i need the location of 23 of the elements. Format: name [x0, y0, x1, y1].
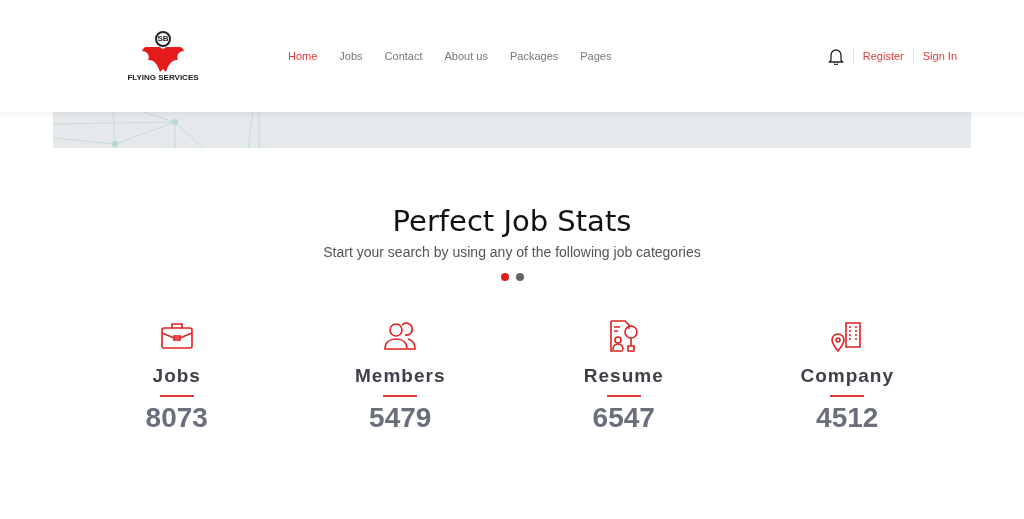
section-subtitle: Start your search by using any of the following job categories: [323, 243, 701, 262]
users-icon: [383, 319, 418, 353]
stat-label: Resume: [583, 364, 664, 388]
stat-value: 6547: [592, 400, 655, 435]
nav-link[interactable]: Pages: [580, 47, 612, 65]
nav-link[interactable]: Home: [288, 47, 318, 65]
logo[interactable]: SB FLYING SERVICES: [124, 26, 202, 86]
stat-value: 4512: [816, 400, 879, 435]
section-title: Perfect Job Stats: [392, 204, 632, 238]
nav-link[interactable]: Jobs: [339, 47, 363, 65]
logo-initials: SB: [155, 30, 171, 47]
auth-link[interactable]: Sign In: [922, 47, 957, 65]
nav-link[interactable]: About us: [444, 47, 488, 65]
stat-label: Company: [800, 364, 895, 388]
logo-tagline: FLYING SERVICES: [127, 73, 199, 82]
nav-link[interactable]: Contact: [384, 47, 423, 65]
stat-value: 5479: [369, 400, 432, 435]
stat-label: Jobs: [152, 364, 201, 388]
bell-icon[interactable]: [827, 47, 844, 65]
stat-value: 8073: [145, 400, 208, 435]
auth-link[interactable]: Register: [862, 47, 904, 65]
nav-link[interactable]: Packages: [509, 47, 559, 65]
stat-label: Members: [355, 364, 446, 388]
